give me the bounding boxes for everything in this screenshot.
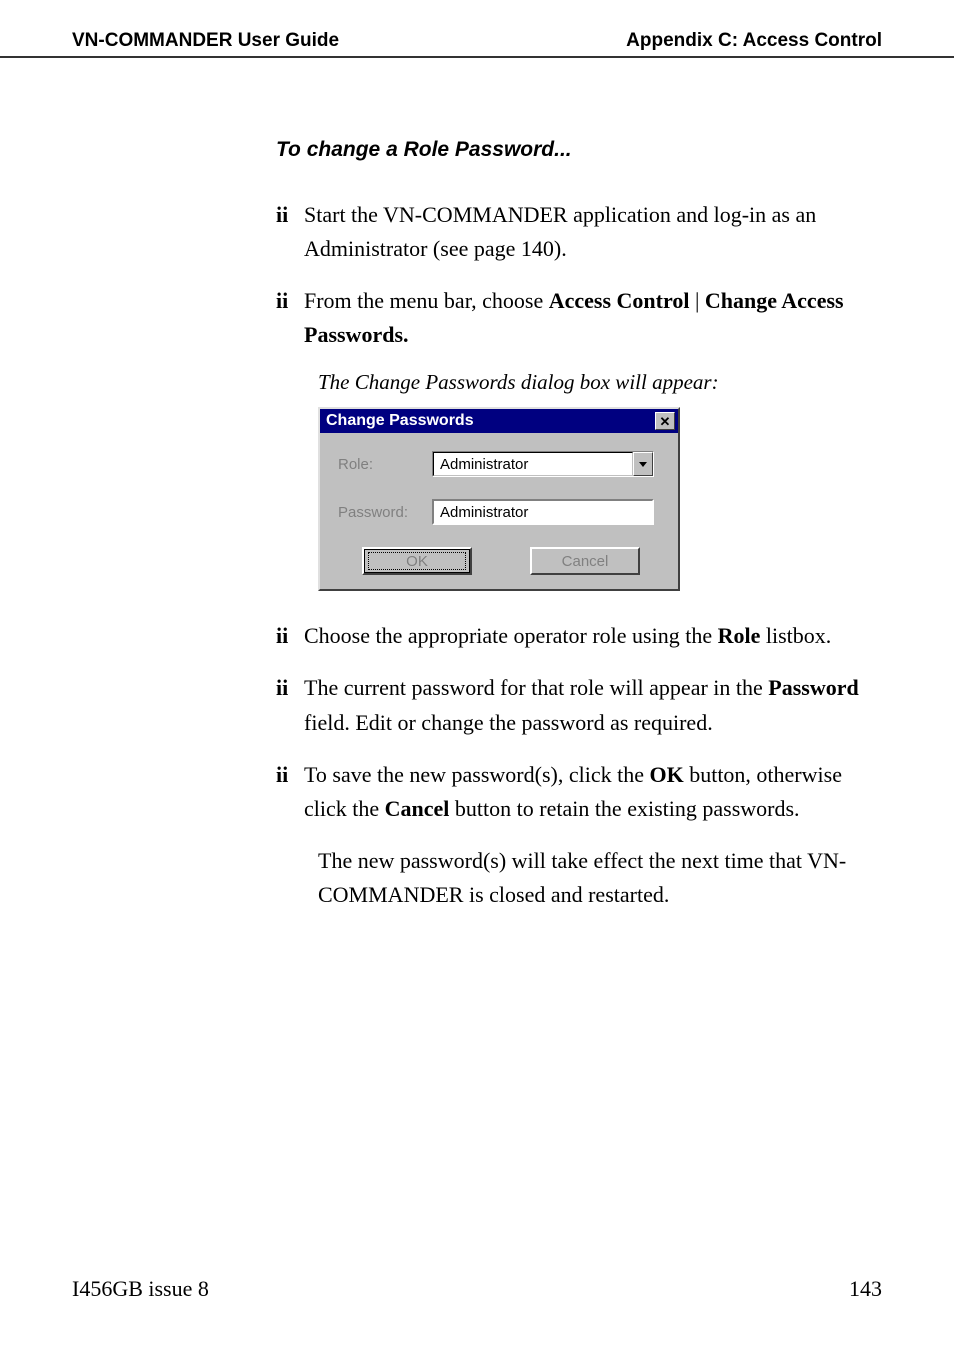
role-dropdown-value: Administrator	[433, 452, 633, 476]
role-row: Role: Administrator	[338, 451, 664, 477]
step-3-part1: Choose the appropriate operator role usi…	[304, 623, 718, 648]
cancel-button[interactable]: Cancel	[530, 547, 640, 575]
step-5-note: The new password(s) will take effect the…	[318, 844, 882, 912]
dialog-titlebar: Change Passwords ✕	[320, 409, 678, 433]
footer-page-number: 143	[849, 1276, 882, 1302]
step-3-bold: Role	[718, 623, 761, 648]
step-5: ii To save the new password(s), click th…	[276, 758, 882, 826]
step-3-text: Choose the appropriate operator role usi…	[304, 619, 882, 653]
bullet-icon: ii	[276, 758, 294, 826]
dialog-caption: The Change Passwords dialog box will app…	[318, 370, 882, 395]
step-4: ii The current password for that role wi…	[276, 671, 882, 739]
step-4-part1: The current password for that role will …	[304, 675, 768, 700]
cancel-button-label: Cancel	[562, 553, 609, 570]
step-5-bold1: OK	[649, 762, 683, 787]
ok-button[interactable]: OK	[362, 547, 472, 575]
step-4-bold: Password	[768, 675, 858, 700]
step-2-text: From the menu bar, choose Access Control…	[304, 284, 882, 352]
step-3-part2: listbox.	[760, 623, 831, 648]
password-input[interactable]: Administrator	[432, 499, 654, 525]
chevron-down-icon	[633, 452, 653, 476]
bullet-icon: ii	[276, 619, 294, 653]
close-icon: ✕	[660, 415, 671, 428]
step-2-part1: From the menu bar, choose	[304, 288, 549, 313]
close-button[interactable]: ✕	[655, 412, 675, 430]
dialog-screenshot: Change Passwords ✕ Role: Administrator	[318, 407, 882, 591]
step-4-part2: field. Edit or change the password as re…	[304, 710, 713, 735]
footer-left: I456GB issue 8	[72, 1276, 209, 1302]
bullet-icon: ii	[276, 198, 294, 266]
page-header: VN-COMMANDER User Guide Appendix C: Acce…	[0, 0, 954, 58]
step-5-part3: button to retain the existing passwords.	[449, 796, 799, 821]
step-4-text: The current password for that role will …	[304, 671, 882, 739]
step-5-text: To save the new password(s), click the O…	[304, 758, 882, 826]
header-right: Appendix C: Access Control	[626, 30, 882, 52]
step-5-bold2: Cancel	[385, 796, 450, 821]
change-passwords-dialog: Change Passwords ✕ Role: Administrator	[318, 407, 680, 591]
step-1: ii Start the VN-COMMANDER application an…	[276, 198, 882, 266]
bullet-icon: ii	[276, 671, 294, 739]
step-2-sep: |	[689, 288, 704, 313]
dialog-button-row: OK Cancel	[338, 547, 664, 575]
step-2-bold1: Access Control	[549, 288, 690, 313]
dialog-title: Change Passwords	[326, 412, 474, 430]
step-3: ii Choose the appropriate operator role …	[276, 619, 882, 653]
step-1-text: Start the VN-COMMANDER application and l…	[304, 198, 882, 266]
page-footer: I456GB issue 8 143	[72, 1276, 882, 1302]
section-title: To change a Role Password...	[276, 138, 882, 162]
password-row: Password: Administrator	[338, 499, 664, 525]
password-label: Password:	[338, 504, 432, 521]
role-dropdown[interactable]: Administrator	[432, 451, 654, 477]
page-content: To change a Role Password... ii Start th…	[0, 58, 954, 912]
dialog-body: Role: Administrator Password: Administra…	[320, 433, 678, 589]
role-label: Role:	[338, 456, 432, 473]
step-5-part1: To save the new password(s), click the	[304, 762, 649, 787]
step-2: ii From the menu bar, choose Access Cont…	[276, 284, 882, 352]
ok-button-label: OK	[406, 553, 428, 570]
bullet-icon: ii	[276, 284, 294, 352]
header-left: VN-COMMANDER User Guide	[72, 30, 339, 52]
